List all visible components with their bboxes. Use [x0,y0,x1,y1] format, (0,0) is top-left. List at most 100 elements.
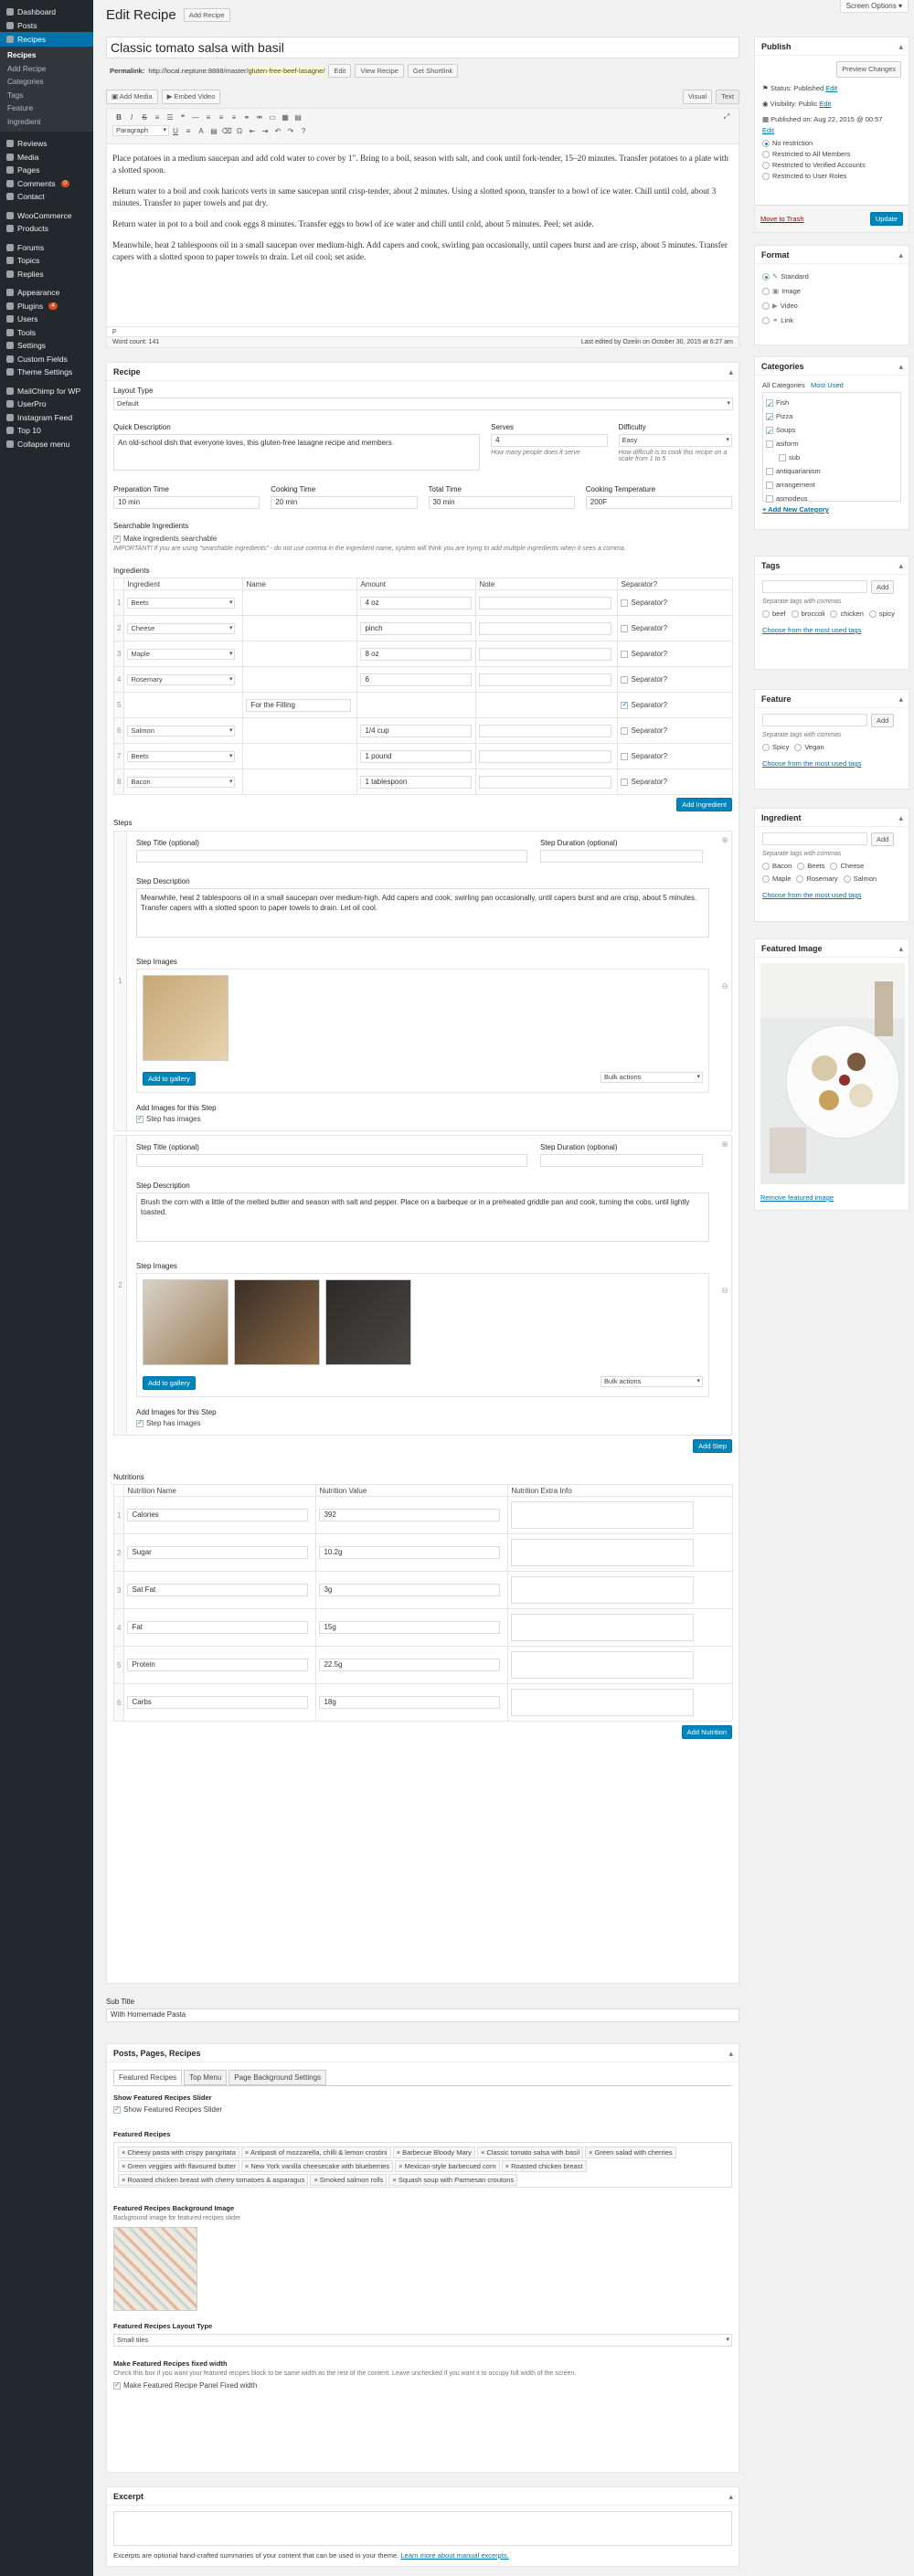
collapse-arrow-icon[interactable]: ▴ [898,246,903,264]
post-title-input[interactable]: Classic tomato salsa with basil [106,37,739,58]
submenu-ingredient[interactable]: Ingredient [0,116,93,130]
ingredient-note-input[interactable] [479,724,612,737]
tag-item[interactable]: Vegan [794,741,824,754]
bg-image-thumbnail[interactable] [113,2227,197,2311]
menu-item-top-10[interactable]: Top 10 [0,424,93,438]
layout-type-select[interactable]: Default [113,398,733,410]
screen-options-button[interactable]: Screen Options ▾ [839,0,909,13]
fixed-width-checkbox[interactable]: Make Featured Recipe Panel Fixed width [113,2380,732,2390]
nutrition-extra-textarea[interactable] [511,1689,695,1716]
feature-add-button[interactable]: Add [871,714,895,727]
add-row-icon[interactable]: ⊕ [721,1140,728,1150]
nutrition-name-input[interactable]: Carbs [127,1696,309,1709]
remove-tag-icon[interactable] [794,744,802,752]
step-image-thumbnail[interactable] [143,975,228,1061]
tag-item[interactable]: broccoli [791,608,824,620]
serves-input[interactable]: 4 [491,434,608,447]
menu-item-custom-fields[interactable]: Custom Fields [0,353,93,366]
tag-item[interactable]: Rosemary [796,873,838,885]
featured-recipe-tag[interactable]: × Mexican-style barbecued corn [395,2160,500,2172]
bulk-actions-select[interactable]: Bulk actions [600,1072,703,1083]
nutrition-value-input[interactable]: 10.2g [319,1546,501,1559]
excerpt-learn-more-link[interactable]: Learn more about manual excerpts. [400,2551,508,2560]
menu-item-collapse-menu[interactable]: Collapse menu [0,438,93,451]
tab-most-used[interactable]: Most Used [811,381,844,389]
separator-checkbox[interactable]: Separator? [617,717,733,744]
collapse-arrow-icon[interactable]: ▴ [728,2487,733,2506]
menu-item-dashboard[interactable]: Dashboard [0,5,93,19]
cooking-temp-input[interactable]: 200F [585,496,732,509]
excerpt-textarea[interactable] [113,2511,732,2546]
tag-item[interactable]: Beets [797,860,824,873]
ingredient-amount-input[interactable]: 1 tablespoon [360,775,473,789]
underline-icon[interactable]: U [169,127,182,135]
separator-checkbox[interactable]: Separator? [617,615,733,641]
menu-item-products[interactable]: Products [0,222,93,236]
remove-tag-icon[interactable] [762,610,770,619]
featured-recipe-tag[interactable]: × Roasted chicken breast with cherry tom… [118,2174,309,2186]
menu-item-pages[interactable]: Pages [0,164,93,177]
visibility-edit-link[interactable]: Edit [819,100,831,108]
menu-item-posts[interactable]: Posts [0,19,93,33]
indent-icon[interactable]: ⇥ [259,127,271,135]
help-icon[interactable]: ? [297,127,310,135]
nutrition-value-input[interactable]: 18g [319,1696,501,1709]
nutrition-value-input[interactable]: 22.5g [319,1659,501,1671]
step-title-input[interactable] [136,1154,527,1167]
ingredient-note-input[interactable] [479,749,612,763]
nutrition-name-input[interactable]: Fat [127,1621,309,1634]
submenu-feature[interactable]: Feature [0,102,93,116]
subtitle-input[interactable]: With Homemade Pasta [106,2009,739,2022]
nutrition-value-input[interactable]: 3g [319,1584,501,1596]
step-duration-input[interactable] [540,1154,703,1167]
tab-top-menu[interactable]: Top Menu [184,2070,228,2085]
format-select[interactable]: Paragraph [112,125,169,136]
menu-item-theme-settings[interactable]: Theme Settings [0,366,93,379]
category-checkbox[interactable]: Pizza [766,409,898,425]
ingredient-note-input[interactable] [479,621,612,635]
tab-featured-recipes[interactable]: Featured Recipes [113,2070,183,2085]
clear-format-icon[interactable]: ⌫ [220,127,233,135]
remove-tag-icon[interactable] [830,863,838,871]
separator-checkbox[interactable]: Separator? [617,666,733,693]
restriction-radio[interactable]: Restricted to Verified Accounts [762,160,901,171]
update-button[interactable]: Update [869,212,903,226]
menu-item-userpro[interactable]: UserPro [0,398,93,411]
step-description-textarea[interactable]: Brush the corn with a little of the melt… [136,1193,709,1242]
menu-item-recipes[interactable]: Recipes [0,32,93,47]
add-media-button[interactable]: ▣ Add Media [106,90,158,104]
add-step-button[interactable]: Add Step [693,1439,732,1453]
ingredient-tag-input[interactable] [762,832,867,845]
justify-icon[interactable]: ≡ [182,127,195,135]
ingredient-amount-input[interactable]: 8 oz [360,647,473,661]
submenu-tags[interactable]: Tags [0,90,93,103]
featured-recipe-tag[interactable]: × Green salad with cherries [585,2147,676,2158]
tags-add-button[interactable]: Add [871,580,895,594]
tag-item[interactable]: beef [762,608,786,620]
prep-time-input[interactable]: 10 min [113,496,260,509]
remove-featured-image-link[interactable]: Remove featured image [760,1193,903,1202]
add-to-gallery-button[interactable]: Add to gallery [143,1072,196,1086]
permalink-edit-button[interactable]: Edit [328,64,352,78]
add-ingredient-button[interactable]: Add Ingredient [676,798,732,811]
remove-tag-icon[interactable] [797,863,805,871]
remove-tag-icon[interactable] [868,610,877,619]
hr-icon[interactable]: — [189,113,202,122]
menu-item-mailchimp-for-wp[interactable]: MailChimp for WP [0,385,93,398]
featured-recipe-tag[interactable]: × Smoked salmon rolls [310,2174,388,2186]
tab-text[interactable]: Text [716,90,739,104]
submenu-recipes[interactable]: Recipes [0,49,93,63]
menu-item-contact[interactable]: Contact [0,190,93,204]
format-radio-standard[interactable]: ✎ Standard [762,270,901,284]
separator-checkbox[interactable]: Separator? [617,743,733,769]
tag-item[interactable]: Salmon [843,873,877,885]
step-image-thumbnail[interactable] [325,1279,411,1365]
category-checkbox[interactable]: antiquarianism [766,464,898,478]
nutrition-extra-textarea[interactable] [511,1539,695,1566]
remove-tag-icon[interactable] [762,863,770,871]
ingredient-note-input[interactable] [479,596,612,610]
tags-input[interactable] [762,580,867,593]
align-right-icon[interactable]: ≡ [228,113,240,122]
menu-item-replies[interactable]: Replies [0,268,93,281]
featured-recipe-tag[interactable]: × New York vanilla cheesecake with blueb… [240,2160,394,2172]
